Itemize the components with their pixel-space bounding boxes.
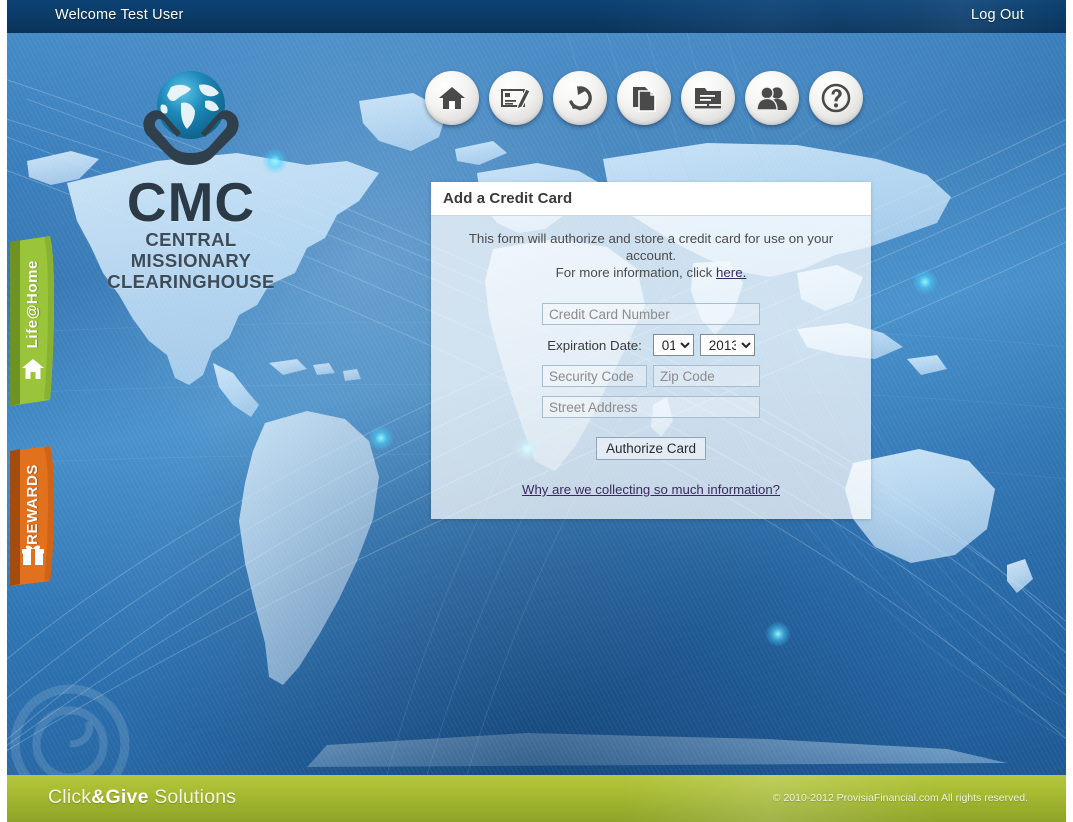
globe-in-hands-icon [143, 71, 239, 165]
intro-line-1: This form will authorize and store a cre… [468, 231, 834, 263]
main-stage: CMC CENTRAL MISSIONARY CLEARINGHOUSE Lif… [7, 33, 1066, 775]
logout-link[interactable]: Log Out [971, 7, 1024, 23]
nav-item-help[interactable] [809, 71, 863, 125]
app-frame: Welcome Test User Log Out CMC CENTRAL MI… [7, 0, 1066, 822]
panel-intro-text: This form will authorize and store a cre… [431, 230, 871, 281]
credit-card-number-input[interactable] [542, 303, 760, 325]
nav-item-documents[interactable] [617, 71, 671, 125]
top-header-bar: Welcome Test User Log Out [7, 0, 1066, 33]
street-address-input[interactable] [542, 396, 760, 418]
credit-card-form: Expiration Date: 01020304050607080910111… [431, 303, 871, 460]
nav-item-home[interactable] [425, 71, 479, 125]
question-mark-icon [821, 83, 851, 113]
panel-body: This form will authorize and store a cre… [431, 216, 871, 519]
security-code-input[interactable] [542, 365, 647, 387]
footer-bar: Click&Give Solutions © 2010-2012 Provisi… [7, 775, 1066, 822]
nav-item-contacts[interactable] [745, 71, 799, 125]
glow-dot [368, 425, 394, 451]
nav-item-statements[interactable] [681, 71, 735, 125]
more-information-link[interactable]: here. [716, 265, 746, 280]
glow-dot [765, 621, 791, 647]
page-root: Welcome Test User Log Out CMC CENTRAL MI… [0, 0, 1073, 822]
why-collecting-info-link[interactable]: Why are we collecting so much informatio… [522, 482, 780, 497]
people-icon [756, 86, 787, 111]
why-collecting-info-wrap: Why are we collecting so much informatio… [431, 482, 871, 497]
add-credit-card-panel: Add a Credit Card This form will authori… [431, 182, 871, 519]
cmc-logo[interactable]: CMC CENTRAL MISSIONARY CLEARINGHOUSE [103, 61, 279, 311]
logo-line-2: MISSIONARY [130, 250, 252, 271]
expiration-date-row: Expiration Date: 01020304050607080910111… [547, 334, 755, 356]
check-pen-icon [501, 88, 531, 110]
expiration-year-select[interactable]: 2013201420152016201720182019202020212022 [699, 334, 755, 356]
logo-acronym: CMC [126, 171, 256, 233]
nav-item-write-check[interactable] [489, 71, 543, 125]
footer-brand-prefix: Click [48, 786, 92, 808]
authorize-card-button[interactable]: Authorize Card [595, 437, 707, 460]
footer-brand-suffix: Solutions [148, 786, 237, 808]
nav-item-recurring[interactable] [553, 71, 607, 125]
ribbon-shape-green [10, 236, 54, 406]
copy-documents-icon [633, 87, 656, 112]
expiration-date-label: Expiration Date: [547, 337, 642, 353]
panel-title: Add a Credit Card [431, 182, 871, 216]
recurring-arrow-icon [569, 86, 592, 111]
home-icon [439, 87, 465, 109]
footer-brand: Click&Give Solutions [48, 786, 236, 809]
welcome-message: Welcome Test User [55, 7, 184, 23]
footer-brand-bold: &Give [91, 786, 149, 808]
side-tab-lifeathome[interactable]: Life@Home [10, 236, 54, 406]
side-tab-rewards[interactable]: REWARDS [10, 446, 54, 586]
footer-copyright: © 2010-2012 ProvisiaFinancial.com All ri… [772, 792, 1028, 804]
zip-code-input[interactable] [653, 365, 760, 387]
statement-folder-icon [695, 88, 721, 109]
primary-icon-nav [425, 71, 863, 125]
security-zip-row [542, 365, 760, 387]
glow-dot [912, 269, 938, 295]
logo-line-3: CLEARINGHOUSE [107, 271, 275, 292]
expiration-month-select[interactable]: 010203040506070809101112 [652, 334, 694, 356]
intro-line-2: For more information, click [555, 265, 713, 280]
circular-watermark [10, 684, 130, 775]
ribbon-shape-orange [10, 446, 54, 586]
